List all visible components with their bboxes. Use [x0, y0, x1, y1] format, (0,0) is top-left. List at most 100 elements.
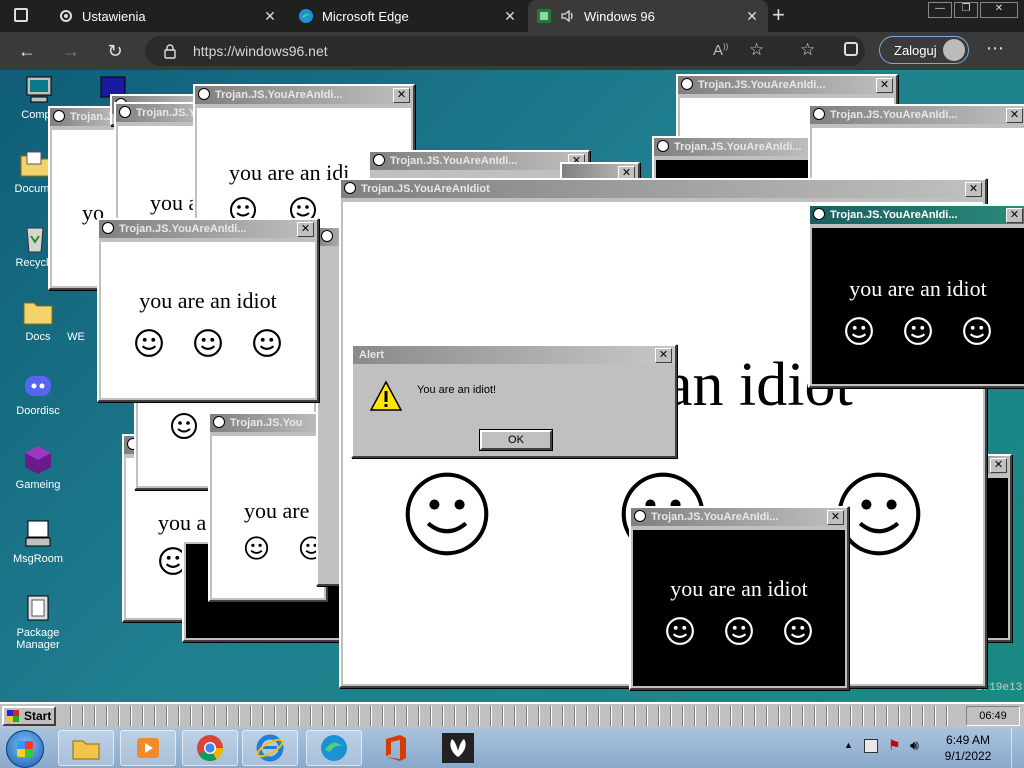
url-text[interactable]: https://windows96.net [193, 43, 328, 59]
close-button[interactable]: ✕ [827, 510, 844, 525]
close-button[interactable]: ✕ [1006, 108, 1023, 123]
tab-microsoft-edge[interactable]: Microsoft Edge ✕ [290, 0, 526, 32]
gear-icon [58, 8, 74, 24]
close-button[interactable]: ✕ [876, 78, 893, 93]
close-tab-icon[interactable]: ✕ [502, 8, 518, 24]
close-button[interactable]: ✕ [965, 182, 982, 197]
popup-title: Trojan.JS.YouAreAnIdi... [830, 209, 958, 221]
desktop-icon-label: Doordisc [16, 405, 60, 417]
close-button[interactable]: ✕ [297, 222, 314, 237]
smiley-icon [373, 154, 385, 166]
chrome-icon [197, 735, 224, 762]
taskbar-office[interactable] [368, 730, 424, 766]
smiley-face-icon [194, 329, 222, 357]
smiley-face-icon [962, 317, 991, 345]
close-tab-icon[interactable]: ✕ [262, 8, 278, 24]
back-arrow-icon[interactable]: ← [14, 38, 40, 64]
maximize-window-button[interactable]: ❐ [954, 2, 978, 18]
volume-icon[interactable]: 🔊︎ [910, 737, 919, 754]
popup-body: you are an idiot [101, 242, 315, 398]
taskbar-edge[interactable] [306, 730, 362, 766]
smiley-face-icon [725, 617, 753, 645]
alert-dialog[interactable]: Alert ✕ You are an idiot! OK [351, 344, 677, 458]
popup-title-bar[interactable]: Trojan.JS.YouAreAnIdi... [654, 138, 814, 156]
read-aloud-icon[interactable]: A)) [713, 42, 728, 59]
tab-actions-icon[interactable] [14, 8, 28, 22]
smiley-faces [633, 616, 845, 646]
popup-window-lower-4[interactable]: Trojan.JS.You you are [208, 412, 328, 602]
smiley-icon [634, 510, 646, 522]
action-center-icon[interactable]: ⚑ [888, 737, 901, 754]
popup-body: you are an idiot [812, 228, 1024, 384]
network-icon[interactable] [864, 739, 878, 753]
show-hidden-icons-icon[interactable]: ▲ [844, 740, 853, 750]
desktop-icon-we[interactable]: WE [56, 296, 96, 343]
smiley-face-icon [134, 329, 163, 357]
popup-title: Trojan.JS.YouAreAnIdi... [651, 511, 779, 523]
system-tray: ▲ ⚑ 🔊︎ 6:49 AM 9/1/2022 [844, 728, 1024, 768]
popup-title-bar[interactable]: Trojan.JS.YouAreAnIdi... ✕ [631, 508, 847, 526]
butterfly-icon [442, 733, 474, 763]
tab-windows-96[interactable]: Windows 96 ✕ [528, 0, 768, 32]
taskbar-butterfly-app[interactable] [430, 730, 486, 766]
popup-window-right-black[interactable]: Trojan.JS.YouAreAnIdi... ✕ you are an idi… [808, 204, 1024, 388]
close-button[interactable]: ✕ [655, 348, 672, 363]
desktop-icon-package-manager[interactable]: Package Manager [3, 592, 73, 651]
smiley-faces [101, 328, 315, 358]
popup-title-bar[interactable]: Trojan.JS.YouAreAnIdi... ✕ [99, 220, 317, 238]
more-options-icon[interactable]: ⋯ [986, 38, 1004, 59]
lock-icon[interactable] [163, 43, 177, 64]
add-favorite-icon[interactable]: ☆ [749, 40, 764, 60]
popup-title-bar[interactable]: Trojan.JS.YouAreAnIdi... ✕ [370, 152, 588, 170]
smiley-faces [812, 316, 1024, 346]
desktop-icon-doordisc[interactable]: Doordisc [3, 370, 73, 417]
desktop-icon-label: Docs [25, 331, 51, 343]
forward-arrow-icon[interactable]: → [58, 38, 84, 64]
alert-message: You are an idiot! [417, 384, 497, 396]
show-desktop-button[interactable] [1011, 728, 1024, 768]
popup-title: Trojan.JS.You [230, 417, 303, 429]
alert-title-bar[interactable]: Alert ✕ [353, 346, 675, 364]
start-button[interactable]: Start [2, 706, 56, 726]
close-button[interactable]: ✕ [990, 458, 1007, 473]
close-button[interactable]: ✕ [393, 88, 410, 103]
close-button[interactable]: ✕ [1006, 208, 1023, 223]
taskbar-windows-explorer[interactable] [58, 730, 114, 766]
alert-body: You are an idiot! OK [355, 368, 673, 454]
popup-text: you are [244, 498, 310, 523]
win7-start-orb[interactable] [6, 730, 44, 768]
close-tab-icon[interactable]: ✕ [744, 8, 760, 24]
taskbar-clock[interactable]: 6:49 AM 9/1/2022 [936, 732, 1000, 764]
popup-title-bar[interactable]: Trojan.JS.YouAreAnIdi... ✕ [678, 76, 896, 94]
popup-title-bar[interactable]: Trojan.JS.You [210, 414, 326, 432]
close-window-button[interactable]: ✕ [980, 2, 1018, 18]
favorites-icon[interactable]: ☆ [800, 40, 815, 60]
login-button[interactable]: Zaloguj [879, 36, 969, 64]
popup-title-bar[interactable]: Trojan.JS.YouAreAnIdiot ✕ [341, 180, 985, 198]
desktop-icon-gameing[interactable]: Gameing [3, 444, 73, 491]
collections-icon[interactable] [844, 42, 858, 56]
desktop-icon-msgroom[interactable]: MsgRoom [3, 518, 73, 565]
smiley-icon [657, 140, 669, 152]
minimize-window-button[interactable]: — [928, 2, 952, 18]
edge-icon [321, 735, 347, 761]
w96-clock: 06:49 [966, 706, 1020, 726]
popup-title-bar[interactable]: Trojan.JS.YouAreAnIdi... ✕ [810, 106, 1024, 124]
popup-title-bar[interactable]: Trojan.JS.YouAreAnIdi... ✕ [810, 206, 1024, 224]
new-tab-button[interactable]: + [772, 4, 785, 26]
windows-flag-icon [17, 741, 33, 757]
popup-window-bottom-black[interactable]: Trojan.JS.YouAreAnIdi... ✕ you are an idi… [629, 506, 849, 690]
tab-settings[interactable]: Ustawienia ✕ [50, 0, 286, 32]
desktop-icon-label: WE [67, 331, 85, 343]
taskbar-media-player[interactable] [120, 730, 176, 766]
refresh-icon[interactable]: ↻ [102, 38, 128, 64]
popup-window-left[interactable]: Trojan.JS.YouAreAnIdi... ✕ you are an idi… [97, 218, 319, 402]
start-label: Start [24, 709, 52, 723]
popup-title-bar[interactable]: Trojan.JS.YouAreAnIdi... ✕ [195, 86, 413, 104]
taskbar-chrome[interactable] [182, 730, 238, 766]
address-bar[interactable]: https://windows96.net A)) ☆ [145, 36, 865, 66]
ok-button[interactable]: OK [479, 429, 553, 451]
speaker-icon[interactable] [560, 8, 576, 24]
alert-title: Alert [359, 349, 385, 361]
taskbar-internet-explorer[interactable] [242, 730, 298, 766]
